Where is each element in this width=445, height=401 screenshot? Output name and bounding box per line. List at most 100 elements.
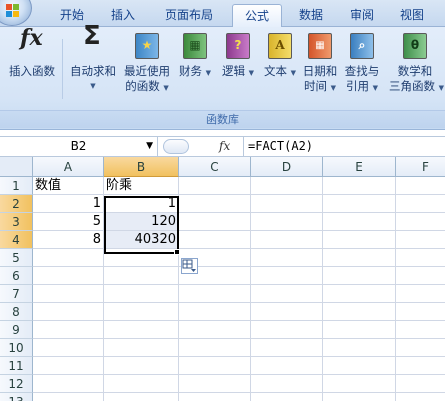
cell-f9[interactable] (396, 321, 445, 339)
cell-e4[interactable] (323, 231, 396, 249)
cell-a6[interactable] (33, 267, 104, 285)
cell-b7[interactable] (104, 285, 179, 303)
row-header-13[interactable]: 13 (0, 393, 33, 401)
column-header-d[interactable]: D (251, 157, 323, 177)
cell-d8[interactable] (251, 303, 323, 321)
cell-f5[interactable] (396, 249, 445, 267)
cell-a1[interactable]: 数值 (33, 177, 104, 195)
cell-d2[interactable] (251, 195, 323, 213)
cell-c2[interactable] (179, 195, 251, 213)
cell-e11[interactable] (323, 357, 396, 375)
cell-b13[interactable] (104, 393, 179, 401)
cell-b11[interactable] (104, 357, 179, 375)
cell-c11[interactable] (179, 357, 251, 375)
cell-c8[interactable] (179, 303, 251, 321)
worksheet-grid[interactable]: ABCDEF 12345678910111213 数值阶乘11512084032… (0, 157, 445, 401)
cell-c7[interactable] (179, 285, 251, 303)
cell-d7[interactable] (251, 285, 323, 303)
cell-d5[interactable] (251, 249, 323, 267)
row-header-7[interactable]: 7 (0, 285, 33, 303)
cell-d6[interactable] (251, 267, 323, 285)
cell-a10[interactable] (33, 339, 104, 357)
cell-a3[interactable]: 5 (33, 213, 104, 231)
formula-input[interactable]: =FACT(A2) (243, 137, 445, 156)
math-trig-button[interactable]: θ 数学和 三角函数 ▼ (389, 31, 444, 96)
row-header-4[interactable]: 4 (0, 231, 33, 249)
cell-f12[interactable] (396, 375, 445, 393)
cell-b12[interactable] (104, 375, 179, 393)
cell-e5[interactable] (323, 249, 396, 267)
cell-f2[interactable] (396, 195, 445, 213)
cell-b8[interactable] (104, 303, 179, 321)
row-header-5[interactable]: 5 (0, 249, 33, 267)
row-header-11[interactable]: 11 (0, 357, 33, 375)
financial-button[interactable]: ▦ 财务 ▼ (176, 31, 214, 81)
recent-functions-button[interactable]: ★ 最近使用 的函数 ▼ (122, 31, 172, 96)
row-header-12[interactable]: 12 (0, 375, 33, 393)
cell-e13[interactable] (323, 393, 396, 401)
cell-d3[interactable] (251, 213, 323, 231)
row-header-6[interactable]: 6 (0, 267, 33, 285)
row-header-10[interactable]: 10 (0, 339, 33, 357)
tab-page-layout[interactable]: 页面布局 (152, 4, 226, 27)
cell-e1[interactable] (323, 177, 396, 195)
cell-a2[interactable]: 1 (33, 195, 104, 213)
datetime-button[interactable]: ▦ 日期和 时间 ▼ (301, 31, 339, 96)
cell-f3[interactable] (396, 213, 445, 231)
cell-f6[interactable] (396, 267, 445, 285)
column-header-b[interactable]: B (104, 157, 179, 177)
cell-f7[interactable] (396, 285, 445, 303)
cell-c3[interactable] (179, 213, 251, 231)
cell-e12[interactable] (323, 375, 396, 393)
cell-f4[interactable] (396, 231, 445, 249)
cell-e6[interactable] (323, 267, 396, 285)
column-header-a[interactable]: A (33, 157, 104, 177)
cell-f13[interactable] (396, 393, 445, 401)
cell-c1[interactable] (179, 177, 251, 195)
cell-d4[interactable] (251, 231, 323, 249)
cell-a9[interactable] (33, 321, 104, 339)
column-header-e[interactable]: E (323, 157, 396, 177)
cell-e3[interactable] (323, 213, 396, 231)
cell-e9[interactable] (323, 321, 396, 339)
cell-a5[interactable] (33, 249, 104, 267)
cell-a4[interactable]: 8 (33, 231, 104, 249)
cell-d13[interactable] (251, 393, 323, 401)
cell-d9[interactable] (251, 321, 323, 339)
tab-data[interactable]: 数据 (288, 4, 334, 27)
name-box[interactable]: B2 ▼ (0, 137, 158, 156)
cell-e7[interactable] (323, 285, 396, 303)
cell-f11[interactable] (396, 357, 445, 375)
logical-button[interactable]: ? 逻辑 ▼ (220, 31, 256, 81)
insert-function-button[interactable]: fx 插入函数 (6, 27, 58, 79)
cell-a12[interactable] (33, 375, 104, 393)
row-header-8[interactable]: 8 (0, 303, 33, 321)
tab-view[interactable]: 视图 (390, 4, 434, 27)
cell-d10[interactable] (251, 339, 323, 357)
chevron-down-icon[interactable]: ▼ (146, 137, 153, 156)
auto-fill-options-icon[interactable] (181, 258, 198, 274)
tab-review[interactable]: 审阅 (340, 4, 384, 27)
cell-c12[interactable] (179, 375, 251, 393)
row-header-1[interactable]: 1 (0, 177, 33, 195)
tab-insert[interactable]: 插入 (100, 4, 146, 27)
cell-e8[interactable] (323, 303, 396, 321)
cell-c13[interactable] (179, 393, 251, 401)
cell-e10[interactable] (323, 339, 396, 357)
cell-e2[interactable] (323, 195, 396, 213)
cell-d11[interactable] (251, 357, 323, 375)
cell-d1[interactable] (251, 177, 323, 195)
text-button[interactable]: A 文本 ▼ (262, 31, 298, 81)
autosum-button[interactable]: Σ 自动求和 ▼ (66, 23, 120, 94)
fill-handle[interactable] (174, 249, 180, 255)
row-header-9[interactable]: 9 (0, 321, 33, 339)
cell-f1[interactable] (396, 177, 445, 195)
select-all-corner[interactable] (0, 157, 33, 177)
formula-bar-expand-handle[interactable] (163, 139, 189, 154)
cell-b9[interactable] (104, 321, 179, 339)
cell-f8[interactable] (396, 303, 445, 321)
cell-c4[interactable] (179, 231, 251, 249)
cell-d12[interactable] (251, 375, 323, 393)
cell-c10[interactable] (179, 339, 251, 357)
row-header-2[interactable]: 2 (0, 195, 33, 213)
